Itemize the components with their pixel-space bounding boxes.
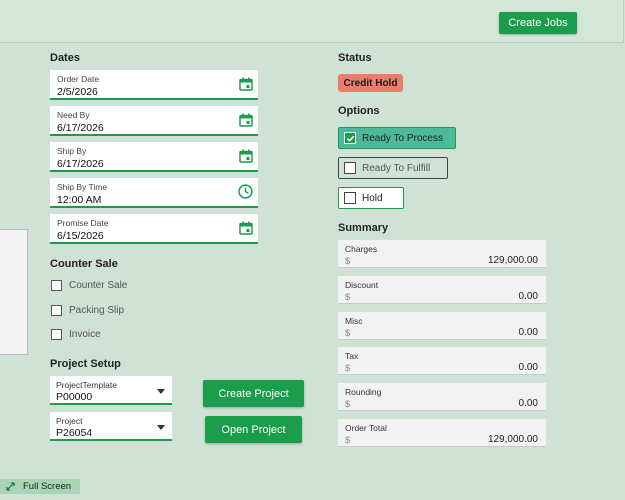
project-template-select[interactable]: ProjectTemplate P00000 (50, 376, 172, 405)
order-total-label: Order Total (345, 423, 387, 433)
misc-amount: 0.00 (518, 327, 538, 338)
discount-field: Discount $ 0.00 (338, 276, 546, 304)
clock-icon[interactable] (238, 184, 253, 199)
counter-sale-option-label: Counter Sale (69, 280, 128, 291)
discount-amount: 0.00 (518, 291, 538, 302)
currency-symbol: $ (345, 256, 351, 267)
packing-slip-checkbox[interactable] (51, 305, 62, 316)
tax-label: Tax (345, 351, 359, 361)
ready-to-fulfill-label: Ready To Fulfill (362, 162, 431, 174)
order-total-amount: 129,000.00 (487, 434, 538, 445)
hold-option[interactable]: Hold (338, 187, 404, 209)
project-setup-title: Project Setup (50, 358, 121, 370)
project-template-label: ProjectTemplate (56, 380, 117, 390)
invoice-checkbox[interactable] (51, 329, 62, 340)
order-date-field[interactable]: Order Date 2/5/2026 (50, 70, 258, 100)
misc-field: Misc $ 0.00 (338, 312, 546, 340)
options-title: Options (338, 105, 380, 117)
status-badge: Credit Hold (338, 74, 403, 92)
tax-amount: 0.00 (518, 362, 538, 373)
calendar-icon[interactable] (239, 221, 253, 235)
create-project-button[interactable]: Create Project (203, 380, 304, 407)
dates-title: Dates (50, 52, 80, 64)
chevron-down-icon[interactable] (157, 425, 165, 430)
currency-symbol: $ (345, 363, 351, 374)
hold-label: Hold (362, 192, 383, 204)
ready-to-process-label: Ready To Process (362, 132, 443, 144)
rounding-label: Rounding (345, 387, 382, 397)
ready-to-fulfill-option[interactable]: Ready To Fulfill (338, 157, 448, 179)
misc-label: Misc (345, 316, 363, 326)
expand-icon (6, 482, 15, 491)
need-by-value: 6/17/2026 (57, 122, 104, 134)
need-by-field[interactable]: Need By 6/17/2026 (50, 106, 258, 136)
hold-checkbox[interactable] (344, 192, 356, 204)
open-project-button[interactable]: Open Project (205, 416, 302, 443)
order-date-label: Order Date (57, 74, 100, 84)
order-date-value: 2/5/2026 (57, 86, 98, 98)
charges-field: Charges $ 129,000.00 (338, 240, 546, 268)
promise-date-value: 6/15/2026 (57, 230, 104, 242)
currency-symbol: $ (345, 435, 351, 446)
invoice-option-label: Invoice (69, 329, 101, 340)
project-label: Project (56, 416, 83, 426)
need-by-label: Need By (57, 110, 90, 120)
summary-title: Summary (338, 222, 389, 234)
ready-to-fulfill-checkbox[interactable] (344, 162, 356, 174)
rounding-field: Rounding $ 0.00 (338, 383, 546, 411)
packing-slip-option-label: Packing Slip (69, 305, 125, 316)
full-screen-label: Full Screen (23, 481, 72, 492)
ship-by-value: 6/17/2026 (57, 158, 104, 170)
calendar-icon[interactable] (239, 113, 253, 127)
project-template-value: P00000 (56, 391, 93, 403)
invoice-checkbox-row[interactable]: Invoice (51, 329, 101, 340)
charges-label: Charges (345, 244, 378, 254)
rounding-amount: 0.00 (518, 398, 538, 409)
status-title: Status (338, 52, 372, 64)
packing-slip-checkbox-row[interactable]: Packing Slip (51, 305, 124, 316)
ready-to-process-option[interactable]: Ready To Process (338, 127, 456, 149)
currency-symbol: $ (345, 328, 351, 339)
ready-to-process-checkbox[interactable] (344, 132, 356, 144)
counter-sale-checkbox-row[interactable]: Counter Sale (51, 280, 127, 291)
ship-by-time-label: Ship By Time (57, 182, 108, 192)
calendar-icon[interactable] (239, 77, 253, 91)
promise-date-label: Promise Date (57, 218, 109, 228)
counter-sale-title: Counter Sale (50, 258, 118, 270)
side-text-panel[interactable] (0, 229, 28, 355)
counter-sale-checkbox[interactable] (51, 280, 62, 291)
ship-by-time-value: 12:00 AM (57, 194, 102, 206)
promise-date-field[interactable]: Promise Date 6/15/2026 (50, 214, 258, 244)
ship-by-time-field[interactable]: Ship By Time 12:00 AM (50, 178, 258, 208)
project-select[interactable]: Project P26054 (50, 412, 172, 441)
ship-by-label: Ship By (57, 146, 87, 156)
currency-symbol: $ (345, 399, 351, 410)
calendar-icon[interactable] (239, 149, 253, 163)
project-value: P26054 (56, 427, 93, 439)
tax-field: Tax $ 0.00 (338, 347, 546, 375)
currency-symbol: $ (345, 292, 351, 303)
discount-label: Discount (345, 280, 379, 290)
order-total-field: Order Total $ 129,000.00 (338, 419, 546, 447)
ship-by-field[interactable]: Ship By 6/17/2026 (50, 142, 258, 172)
full-screen-button[interactable]: Full Screen (0, 479, 80, 494)
chevron-down-icon[interactable] (157, 389, 165, 394)
charges-amount: 129,000.00 (487, 255, 538, 266)
checkmark-icon (346, 135, 354, 142)
create-jobs-button[interactable]: Create Jobs (499, 12, 577, 34)
